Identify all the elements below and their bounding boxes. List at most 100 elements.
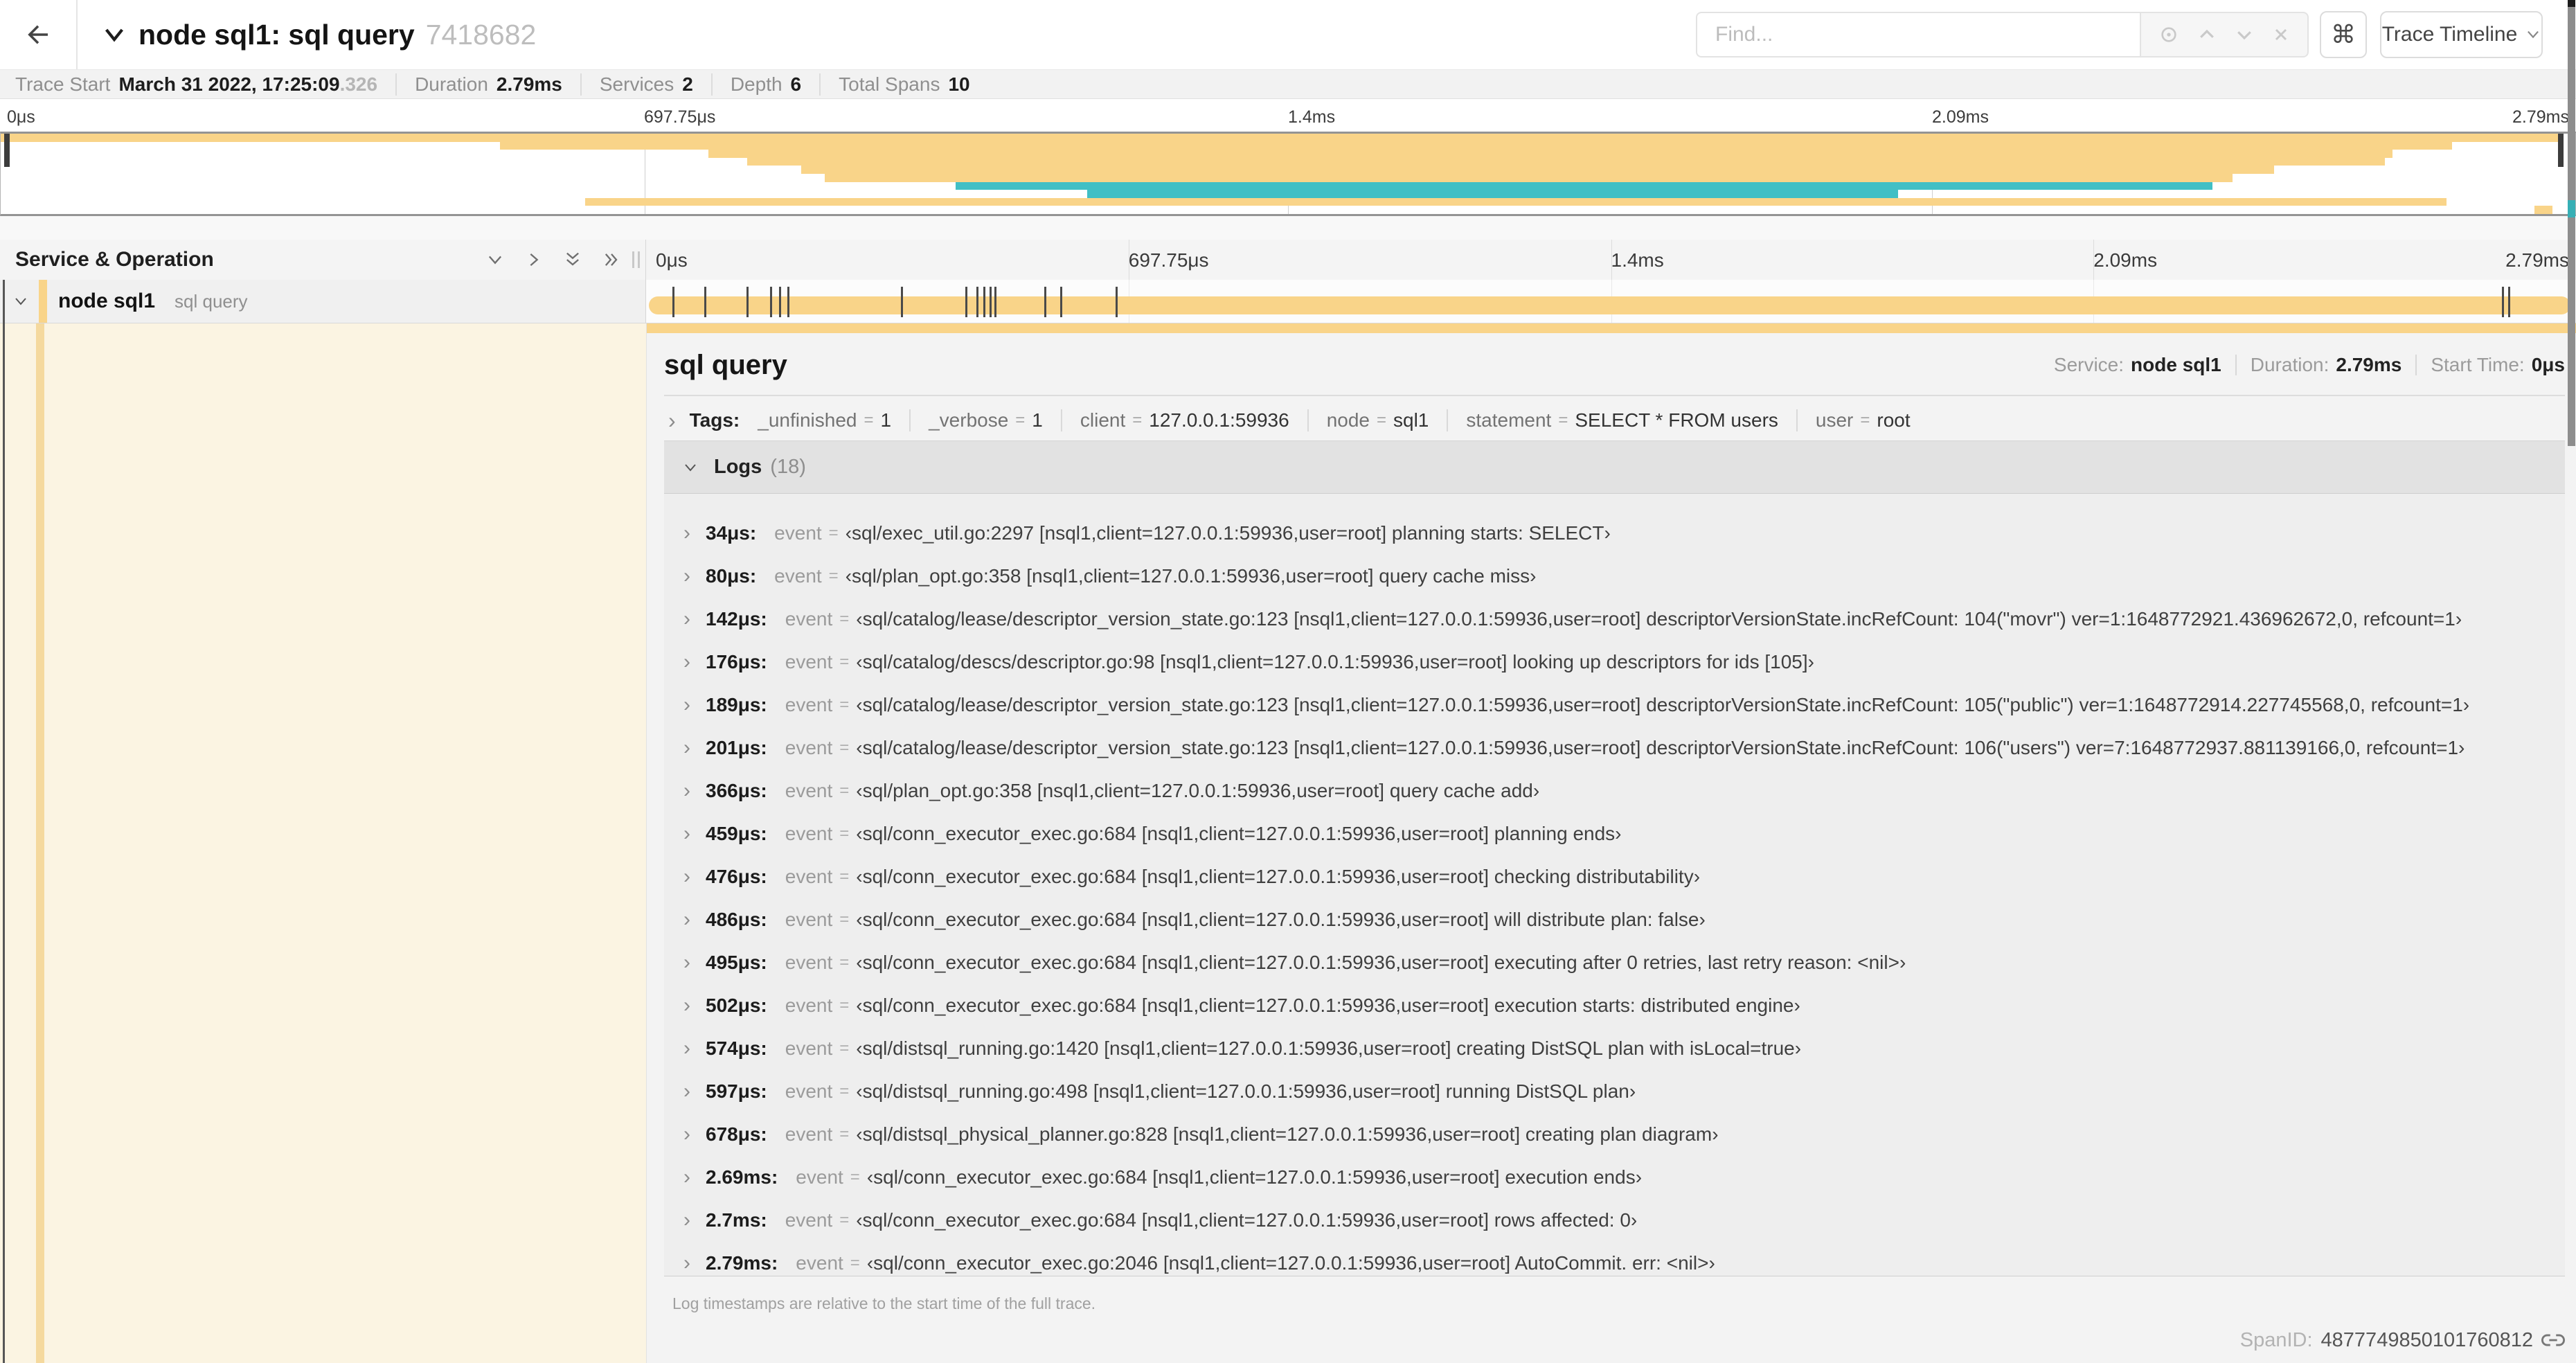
- span-color-accent-column: [36, 323, 44, 1363]
- trace-meta-item: Services 2: [580, 73, 693, 96]
- tag-value: root: [1877, 409, 1911, 431]
- scrollbar-thumb[interactable]: [2568, 7, 2575, 200]
- span-id-value: 4877749850101760812: [2320, 1328, 2533, 1351]
- log-equals: =: [839, 996, 850, 1015]
- logs-footnote: Log timestamps are relative to the start…: [672, 1294, 1096, 1312]
- log-field-value: ‹sql/distsql_running.go:498 [nsql1,clien…: [856, 1080, 1636, 1102]
- log-field-value: ‹sql/catalog/descs/descriptor.go:98 [nsq…: [856, 651, 1814, 672]
- link-icon[interactable]: [2541, 1328, 2565, 1352]
- span-row[interactable]: node sql1 sql query: [0, 280, 2576, 323]
- log-entry-row[interactable]: › 574μs: event = ‹sql/distsql_running.go:142…: [664, 1027, 2565, 1070]
- log-timestamp: 2.69ms:: [706, 1166, 778, 1188]
- tag-item: _verbose = 1: [929, 409, 1043, 431]
- log-entry-row[interactable]: › 486μs: event = ‹sql/conn_executor_exec.go:…: [664, 898, 2565, 941]
- log-equals: =: [839, 1082, 850, 1101]
- log-field-key: event: [774, 565, 822, 587]
- log-timestamp: 366μs:: [706, 780, 767, 801]
- log-entry-row[interactable]: › 189μs: event = ‹sql/catalog/lease/descript…: [664, 684, 2565, 727]
- scrollbar-thumb[interactable]: [2568, 217, 2575, 446]
- trace-meta-label: Services: [599, 73, 674, 95]
- minimap-left-handle[interactable]: [4, 134, 10, 167]
- find-prev-icon[interactable]: [2197, 24, 2217, 45]
- chevron-right-icon: ›: [683, 564, 690, 587]
- page-scrollbar[interactable]: [2568, 0, 2575, 1363]
- column-resize-grip[interactable]: [632, 251, 640, 268]
- log-entry-row[interactable]: › 495μs: event = ‹sql/conn_executor_exec.go:…: [664, 941, 2565, 984]
- minimap-axis: 0μs 697.75μs 1.4ms 2.09ms 2.79ms: [0, 99, 2576, 132]
- log-field-value: ‹sql/catalog/lease/descriptor_version_st…: [856, 694, 2470, 715]
- log-entry-row[interactable]: › 176μs: event = ‹sql/catalog/descs/descript…: [664, 641, 2565, 684]
- jaeger-trace-page: node sql1: sql query 7418682 ⌘ Trace Tim…: [0, 0, 2576, 1363]
- trace-view-selector[interactable]: Trace Timeline: [2380, 11, 2543, 58]
- span-duration-bar[interactable]: [649, 287, 2570, 317]
- minimap-right-handle[interactable]: [2558, 134, 2564, 167]
- log-equals: =: [839, 652, 850, 671]
- log-field-value: ‹sql/conn_executor_exec.go:684 [nsql1,cl…: [856, 952, 1906, 973]
- log-timestamp: 142μs:: [706, 608, 767, 630]
- log-timestamp: 2.7ms:: [706, 1209, 767, 1231]
- expand-all-icon[interactable]: [602, 250, 621, 269]
- span-name-cell[interactable]: node sql1 sql query: [0, 280, 646, 323]
- log-timestamp: 2.79ms:: [706, 1252, 778, 1274]
- log-marker-tick: [770, 287, 773, 317]
- log-entry-row[interactable]: › 366μs: event = ‹sql/plan_opt.go:358 [nsql1…: [664, 769, 2565, 812]
- log-field-value: ‹sql/distsql_physical_planner.go:828 [ns…: [856, 1123, 1719, 1145]
- log-entry-row[interactable]: › 597μs: event = ‹sql/distsql_running.go:498…: [664, 1070, 2565, 1113]
- locate-icon[interactable]: [2158, 24, 2180, 46]
- service-operation-header: Service & Operation: [0, 240, 646, 280]
- chevron-right-icon: ›: [683, 1166, 690, 1188]
- find-next-icon[interactable]: [2234, 24, 2255, 45]
- span-detail-header: sql query Service: node sql1 Duration: 2.79…: [664, 340, 2565, 390]
- keyboard-shortcuts-button[interactable]: ⌘: [2320, 11, 2367, 58]
- log-field-key: event: [785, 780, 833, 801]
- trace-minimap[interactable]: [0, 132, 2576, 216]
- minimap-span-bar: [2534, 206, 2552, 214]
- log-entry-row[interactable]: › 34μs: event = ‹sql/exec_util.go:2297 [nsql…: [664, 512, 2565, 555]
- log-marker-tick: [994, 287, 997, 317]
- log-marker-tick: [672, 287, 674, 317]
- tag-value: 1: [880, 409, 892, 431]
- expand-one-icon[interactable]: [524, 250, 544, 269]
- trace-meta-value: March 31 2022, 17:25:09: [118, 73, 340, 95]
- logs-section-header[interactable]: Logs (18): [664, 440, 2565, 494]
- log-marker-tick: [1116, 287, 1118, 317]
- log-entry-row[interactable]: › 459μs: event = ‹sql/conn_executor_exec.go:…: [664, 812, 2565, 855]
- log-entry-row[interactable]: › 201μs: event = ‹sql/catalog/lease/descript…: [664, 727, 2565, 769]
- chevron-right-icon: ›: [683, 994, 690, 1017]
- log-marker-tick: [983, 287, 986, 317]
- find-input[interactable]: [1697, 23, 2140, 46]
- log-timestamp: 476μs:: [706, 866, 767, 887]
- scrollbar-teal-marker: [2568, 200, 2575, 217]
- span-service-name: node sql1: [58, 289, 156, 312]
- log-entry-row[interactable]: › 502μs: event = ‹sql/conn_executor_exec.go:…: [664, 984, 2565, 1027]
- log-entry-row[interactable]: › 80μs: event = ‹sql/plan_opt.go:358 [nsql1,…: [664, 555, 2565, 598]
- minimap-axis-tick: 697.75μs: [644, 107, 716, 127]
- log-entry-row[interactable]: › 142μs: event = ‹sql/catalog/lease/descript…: [664, 598, 2565, 641]
- find-clear-icon[interactable]: [2271, 25, 2291, 44]
- detail-meta-value: 2.79ms: [2336, 354, 2402, 375]
- detail-meta-label: Service:: [2053, 354, 2125, 375]
- collapse-one-icon[interactable]: [485, 250, 505, 269]
- log-entry-row[interactable]: › 2.7ms: event = ‹sql/conn_executor_exec.go:…: [664, 1199, 2565, 1242]
- log-entry-row[interactable]: › 2.79ms: event = ‹sql/conn_executor_exec.go…: [664, 1242, 2565, 1285]
- span-bar-cell[interactable]: [646, 280, 2576, 323]
- log-equals: =: [839, 910, 850, 929]
- tag-equals: =: [1132, 411, 1143, 429]
- back-button[interactable]: [0, 0, 78, 69]
- log-entry-row[interactable]: › 476μs: event = ‹sql/conn_executor_exec.go:…: [664, 855, 2565, 898]
- collapse-all-icon[interactable]: [563, 250, 582, 269]
- log-field-value: ‹sql/conn_executor_exec.go:684 [nsql1,cl…: [856, 1209, 1638, 1231]
- tag-equals: =: [1015, 411, 1026, 429]
- chevron-down-icon: [682, 459, 699, 476]
- span-collapse-chevron-icon[interactable]: [12, 293, 29, 310]
- log-marker-tick: [1059, 287, 1062, 317]
- log-entry-row[interactable]: › 2.69ms: event = ‹sql/conn_executor_exec.go…: [664, 1156, 2565, 1199]
- tags-row[interactable]: › Tags: _unfinished = 1 _verbose = 1 client = 12…: [664, 400, 2565, 441]
- log-field-key: event: [785, 823, 833, 844]
- trace-collapse-chevron-icon[interactable]: [102, 26, 126, 44]
- timeline-axis-tick: 1.4ms: [1611, 249, 1664, 271]
- tag-separator: [1796, 409, 1798, 431]
- find-search-box[interactable]: [1696, 12, 2140, 57]
- log-field-value: ‹sql/conn_executor_exec.go:684 [nsql1,cl…: [856, 823, 1622, 844]
- log-entry-row[interactable]: › 678μs: event = ‹sql/distsql_physical_plann…: [664, 1113, 2565, 1156]
